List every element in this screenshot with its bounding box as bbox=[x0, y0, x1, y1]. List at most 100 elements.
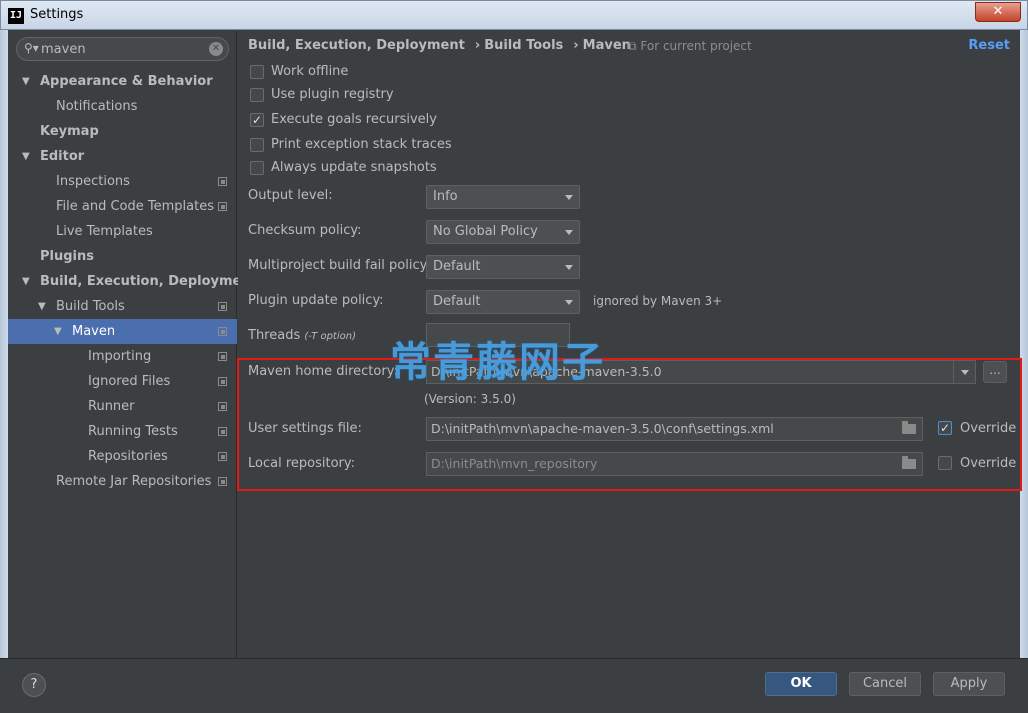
sidebar-item-label: Appearance & Behavior bbox=[40, 74, 213, 89]
project-settings-icon bbox=[218, 377, 227, 386]
sidebar-item-live-templates[interactable]: Live Templates bbox=[8, 219, 237, 244]
sidebar-item-keymap[interactable]: Keymap bbox=[8, 119, 237, 144]
dialog-footer: ? OK Cancel Apply bbox=[0, 658, 1028, 713]
help-button[interactable]: ? bbox=[22, 673, 46, 697]
output-level-select[interactable]: Info bbox=[426, 185, 580, 209]
fail-policy-value: Default bbox=[433, 259, 481, 274]
chevron-down-icon bbox=[565, 265, 573, 270]
sidebar-item-label: Editor bbox=[40, 149, 85, 164]
plugin-update-policy-select[interactable]: Default bbox=[426, 290, 580, 314]
settings-tree: ▼ Appearance & Behavior Notifications Keyma… bbox=[8, 69, 257, 494]
always-update-snapshots-label: Always update snapshots bbox=[271, 160, 437, 175]
threads-label-text: Threads bbox=[248, 328, 301, 343]
sidebar-item-label: Inspections bbox=[56, 174, 130, 189]
sidebar-item-ignored-files[interactable]: Ignored Files bbox=[8, 369, 237, 394]
project-settings-icon bbox=[218, 302, 227, 311]
sidebar-item-label: Build Tools bbox=[56, 299, 125, 314]
sidebar-item-inspections[interactable]: Inspections bbox=[8, 169, 237, 194]
sidebar-item-runner[interactable]: Runner bbox=[8, 394, 237, 419]
execute-goals-recursively-label: Execute goals recursively bbox=[271, 112, 437, 127]
output-level-value: Info bbox=[433, 189, 458, 204]
sidebar-item-label: Importing bbox=[88, 349, 152, 364]
output-level-label: Output level: bbox=[248, 188, 333, 203]
checksum-policy-select[interactable]: No Global Policy bbox=[426, 220, 580, 244]
project-settings-icon bbox=[218, 202, 227, 211]
work-offline-label: Work offline bbox=[271, 64, 349, 79]
project-settings-icon bbox=[218, 452, 227, 461]
sidebar-item-build-tools[interactable]: ▼ Build Tools bbox=[8, 294, 237, 319]
reset-link[interactable]: Reset bbox=[968, 38, 1010, 53]
window-title: Settings bbox=[30, 7, 84, 22]
plugin-update-policy-value: Default bbox=[433, 294, 481, 309]
project-settings-icon bbox=[218, 352, 227, 361]
sidebar-item-build-execution-deployment[interactable]: ▼ Build, Execution, Deployment bbox=[8, 269, 257, 294]
sidebar-item-label: Notifications bbox=[56, 99, 138, 114]
sidebar-item-label: Running Tests bbox=[88, 424, 178, 439]
breadcrumb-separator: › bbox=[474, 38, 481, 53]
sidebar-item-label: Plugins bbox=[40, 249, 94, 264]
window-border-left bbox=[0, 30, 8, 713]
chevron-down-icon bbox=[565, 195, 573, 200]
sidebar-item-label: Live Templates bbox=[56, 224, 153, 239]
breadcrumb: Build, Execution, Deployment › Build Tools… bbox=[248, 38, 635, 53]
chevron-down-icon bbox=[565, 300, 573, 305]
fail-policy-label: Multiproject build fail policy: bbox=[248, 258, 431, 273]
execute-goals-recursively-checkbox[interactable]: ✓ bbox=[250, 113, 264, 127]
plugin-update-note: ignored by Maven 3+ bbox=[593, 294, 723, 308]
project-scope-icon: ⧉ bbox=[628, 39, 641, 53]
sidebar-item-notifications[interactable]: Notifications bbox=[8, 94, 237, 119]
use-plugin-registry-label: Use plugin registry bbox=[271, 87, 394, 102]
search-icon: ⚲▾ bbox=[24, 41, 39, 55]
checksum-policy-label: Checksum policy: bbox=[248, 223, 362, 238]
print-exception-stack-traces-label: Print exception stack traces bbox=[271, 137, 452, 152]
title-bar: IJ Settings ✕ bbox=[0, 0, 1028, 30]
sidebar-item-editor[interactable]: ▼ Editor bbox=[8, 144, 237, 169]
sidebar-item-maven[interactable]: ▼ Maven bbox=[8, 319, 237, 344]
sidebar-item-label: Maven bbox=[72, 324, 116, 339]
apply-button[interactable]: Apply bbox=[933, 672, 1005, 696]
settings-search-box[interactable]: ⚲▾ ✕ bbox=[16, 37, 229, 61]
settings-search-input[interactable] bbox=[41, 40, 201, 58]
sidebar-item-remote-jar-repositories[interactable]: Remote Jar Repositories bbox=[8, 469, 237, 494]
cancel-button[interactable]: Cancel bbox=[849, 672, 921, 696]
watermark-text: 常青藤网子 bbox=[390, 338, 605, 386]
plugin-update-policy-label: Plugin update policy: bbox=[248, 293, 384, 308]
for-current-project-text: For current project bbox=[640, 39, 752, 53]
expand-arrow-icon[interactable]: ▼ bbox=[54, 319, 62, 344]
sidebar-item-label: Keymap bbox=[40, 124, 99, 139]
checksum-policy-value: No Global Policy bbox=[433, 224, 538, 239]
expand-arrow-icon[interactable]: ▼ bbox=[22, 69, 30, 94]
expand-arrow-icon[interactable]: ▼ bbox=[22, 269, 30, 294]
breadcrumb-item: Build Tools bbox=[484, 38, 564, 53]
work-offline-checkbox[interactable] bbox=[250, 65, 264, 79]
project-settings-icon bbox=[218, 327, 227, 336]
project-settings-icon bbox=[218, 477, 227, 486]
sidebar-item-appearance-behavior[interactable]: ▼ Appearance & Behavior bbox=[8, 69, 237, 94]
breadcrumb-item: Build, Execution, Deployment bbox=[248, 38, 465, 53]
project-settings-icon bbox=[218, 177, 227, 186]
sidebar-item-repositories[interactable]: Repositories bbox=[8, 444, 237, 469]
sidebar-item-file-and-code-templates[interactable]: File and Code Templates bbox=[8, 194, 237, 219]
window-close-button[interactable]: ✕ bbox=[975, 2, 1021, 22]
project-settings-icon bbox=[218, 427, 227, 436]
ok-button[interactable]: OK bbox=[765, 672, 837, 696]
sidebar-item-label: File and Code Templates bbox=[56, 199, 214, 214]
always-update-snapshots-checkbox[interactable] bbox=[250, 161, 264, 175]
threads-hint: (-T option) bbox=[304, 331, 356, 342]
sidebar-item-plugins[interactable]: Plugins bbox=[8, 244, 237, 269]
breadcrumb-item: Maven bbox=[582, 38, 631, 53]
print-exception-stack-traces-checkbox[interactable] bbox=[250, 138, 264, 152]
intellij-app-icon: IJ bbox=[8, 8, 24, 24]
settings-sidebar: ⚲▾ ✕ ▼ Appearance & Behavior Notifications… bbox=[8, 31, 257, 658]
expand-arrow-icon[interactable]: ▼ bbox=[22, 144, 30, 169]
breadcrumb-separator: › bbox=[573, 38, 579, 53]
use-plugin-registry-checkbox[interactable] bbox=[250, 88, 264, 102]
sidebar-item-running-tests[interactable]: Running Tests bbox=[8, 419, 237, 444]
sidebar-item-importing[interactable]: Importing bbox=[8, 344, 237, 369]
expand-arrow-icon[interactable]: ▼ bbox=[38, 294, 46, 319]
fail-policy-select[interactable]: Default bbox=[426, 255, 580, 279]
sidebar-item-label: Repositories bbox=[88, 449, 168, 464]
sidebar-item-label: Remote Jar Repositories bbox=[56, 474, 212, 489]
project-settings-icon bbox=[218, 402, 227, 411]
clear-search-icon[interactable]: ✕ bbox=[209, 42, 223, 56]
